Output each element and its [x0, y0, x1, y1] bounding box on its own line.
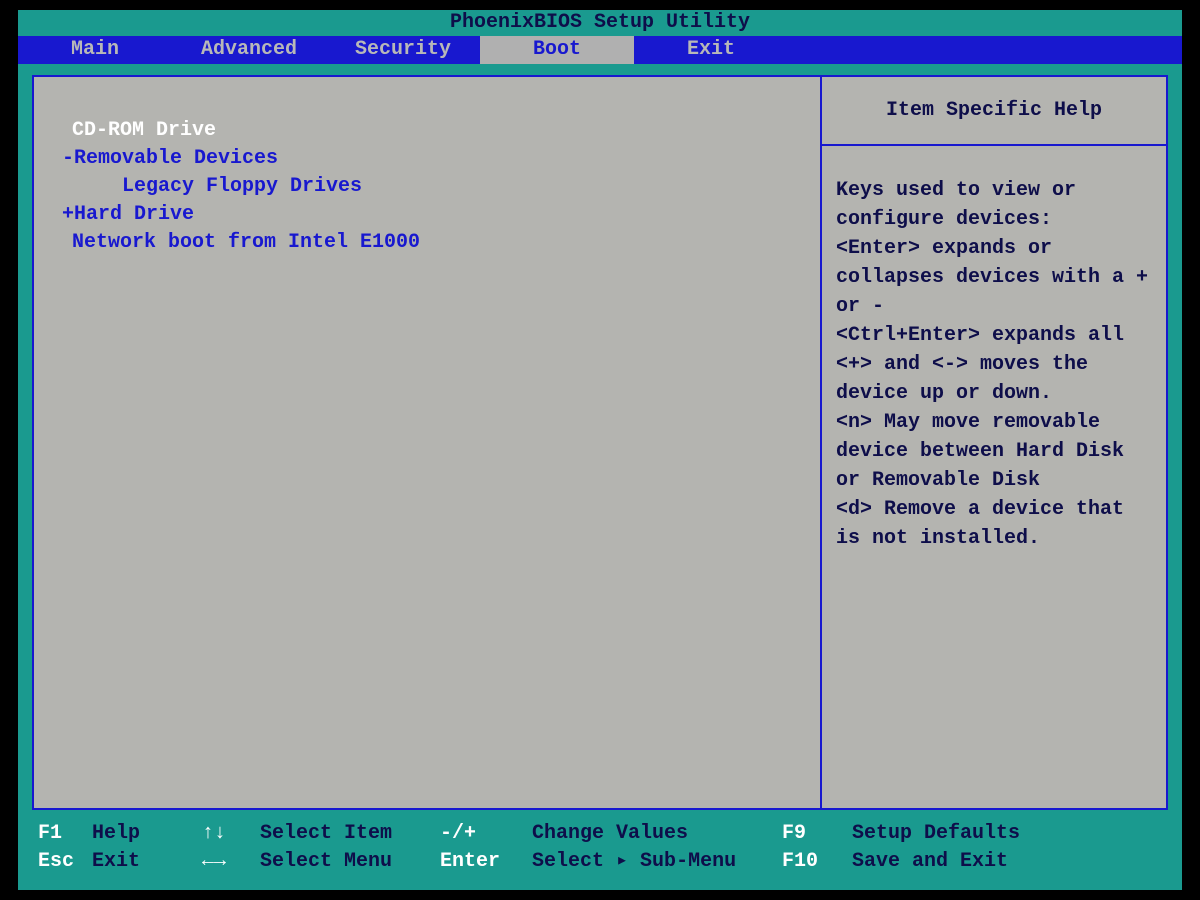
select-submenu-label: Select ▸ Sub-Menu: [532, 848, 782, 876]
change-values-label: Change Values: [532, 820, 782, 848]
boot-item-cdrom[interactable]: CD-ROM Drive: [62, 117, 800, 145]
footer-keys: F1 Help ↑↓ Select Item -/+ Change Values…: [32, 820, 1168, 876]
exit-label: Exit: [92, 848, 202, 876]
tab-advanced[interactable]: Advanced: [172, 36, 326, 64]
tab-security[interactable]: Security: [326, 36, 480, 64]
help-label: Help: [92, 820, 202, 848]
boot-order-panel: CD-ROM Drive -Removable Devices Legacy F…: [34, 77, 822, 808]
select-menu-label: Select Menu: [260, 848, 440, 876]
esc-key: Esc: [38, 850, 74, 873]
boot-item-floppy[interactable]: Legacy Floppy Drives: [62, 173, 800, 201]
footer-row-2: Esc Exit ←→ Select Menu Enter Select ▸ S…: [32, 848, 1168, 876]
help-body: Keys used to view or configure devices: …: [822, 146, 1166, 567]
tab-main[interactable]: Main: [18, 36, 172, 64]
bios-screen: PhoenixBIOS Setup Utility Main Advanced …: [18, 10, 1182, 890]
leftright-key: ←→: [202, 850, 226, 873]
setup-defaults-label: Setup Defaults: [852, 820, 1168, 848]
boot-item-removable[interactable]: -Removable Devices: [62, 145, 800, 173]
boot-item-harddrive[interactable]: +Hard Drive: [62, 201, 800, 229]
f9-key: F9: [782, 822, 806, 845]
tab-boot[interactable]: Boot: [480, 36, 634, 64]
save-exit-label: Save and Exit: [852, 848, 1168, 876]
f10-key: F10: [782, 850, 818, 873]
help-title: Item Specific Help: [822, 77, 1166, 146]
f1-key: F1: [38, 822, 62, 845]
enter-key: Enter: [440, 850, 500, 873]
plusminus-key: -/+: [440, 822, 476, 845]
boot-item-network[interactable]: Network boot from Intel E1000: [62, 229, 800, 257]
page-title: PhoenixBIOS Setup Utility: [18, 10, 1182, 36]
help-panel: Item Specific Help Keys used to view or …: [822, 77, 1166, 808]
main-area: CD-ROM Drive -Removable Devices Legacy F…: [32, 75, 1168, 810]
footer-row-1: F1 Help ↑↓ Select Item -/+ Change Values…: [32, 820, 1168, 848]
updown-key: ↑↓: [202, 822, 226, 845]
select-item-label: Select Item: [260, 820, 440, 848]
tab-exit[interactable]: Exit: [634, 36, 788, 64]
menu-bar: Main Advanced Security Boot Exit: [18, 36, 1182, 64]
